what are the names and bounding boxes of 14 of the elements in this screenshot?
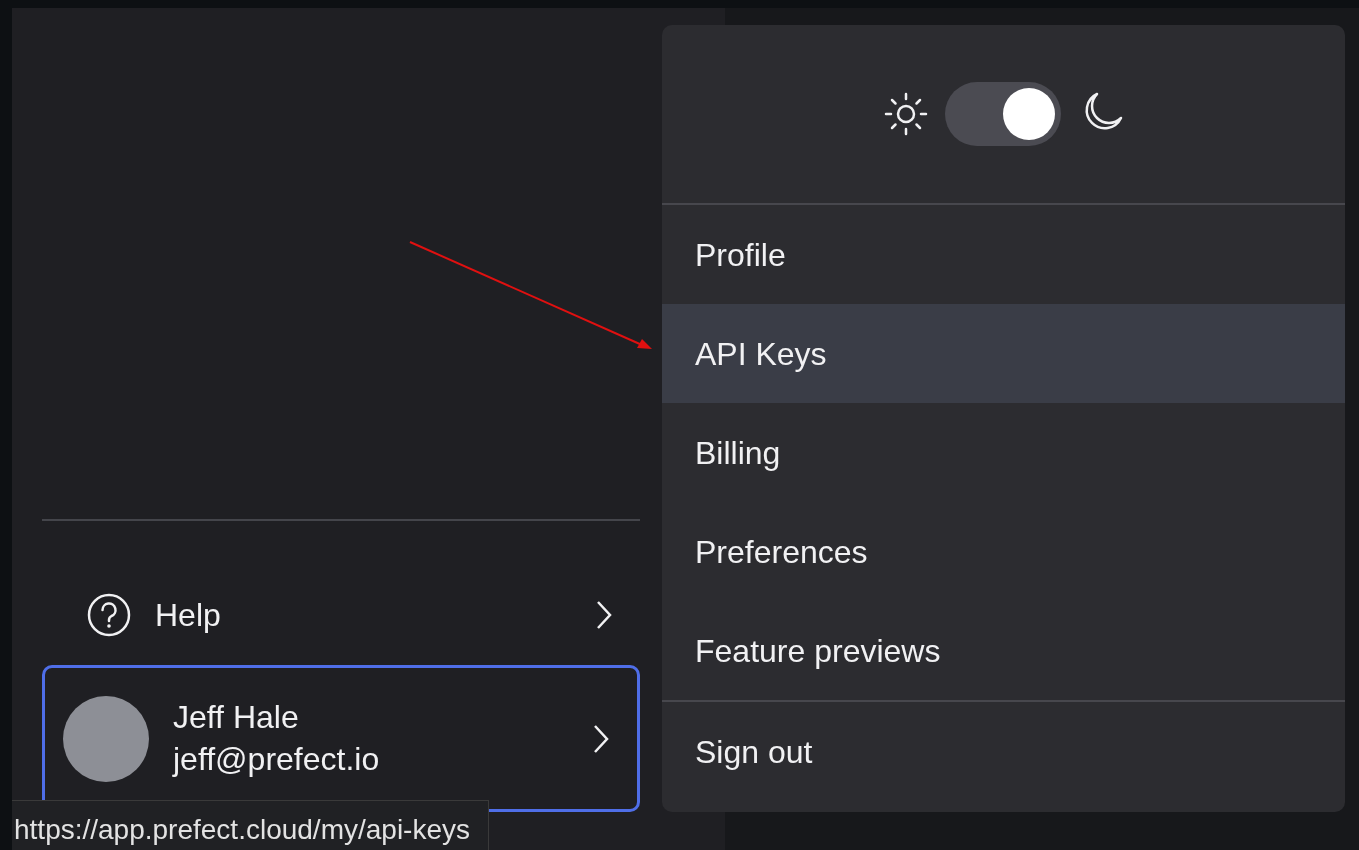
help-icon — [87, 593, 131, 637]
sun-icon — [882, 91, 929, 137]
chevron-right-icon — [593, 723, 609, 754]
user-name: Jeff Hale — [173, 697, 300, 737]
menu-item[interactable]: Preferences — [662, 502, 1345, 601]
help-menu-item[interactable]: Help — [42, 565, 640, 665]
menu-item[interactable]: API Keys — [662, 304, 1345, 403]
user-email: jeff@prefect.io — [173, 739, 381, 779]
menu-item[interactable]: Profile — [662, 205, 1345, 304]
menu-item[interactable]: Feature previews — [662, 601, 1345, 700]
menu-item[interactable]: Billing — [662, 403, 1345, 502]
chevron-right-icon — [596, 600, 612, 630]
status-bar-url: https://app.prefect.cloud/my/api-keys — [12, 800, 489, 850]
menu-item[interactable]: Sign out — [662, 702, 1345, 801]
